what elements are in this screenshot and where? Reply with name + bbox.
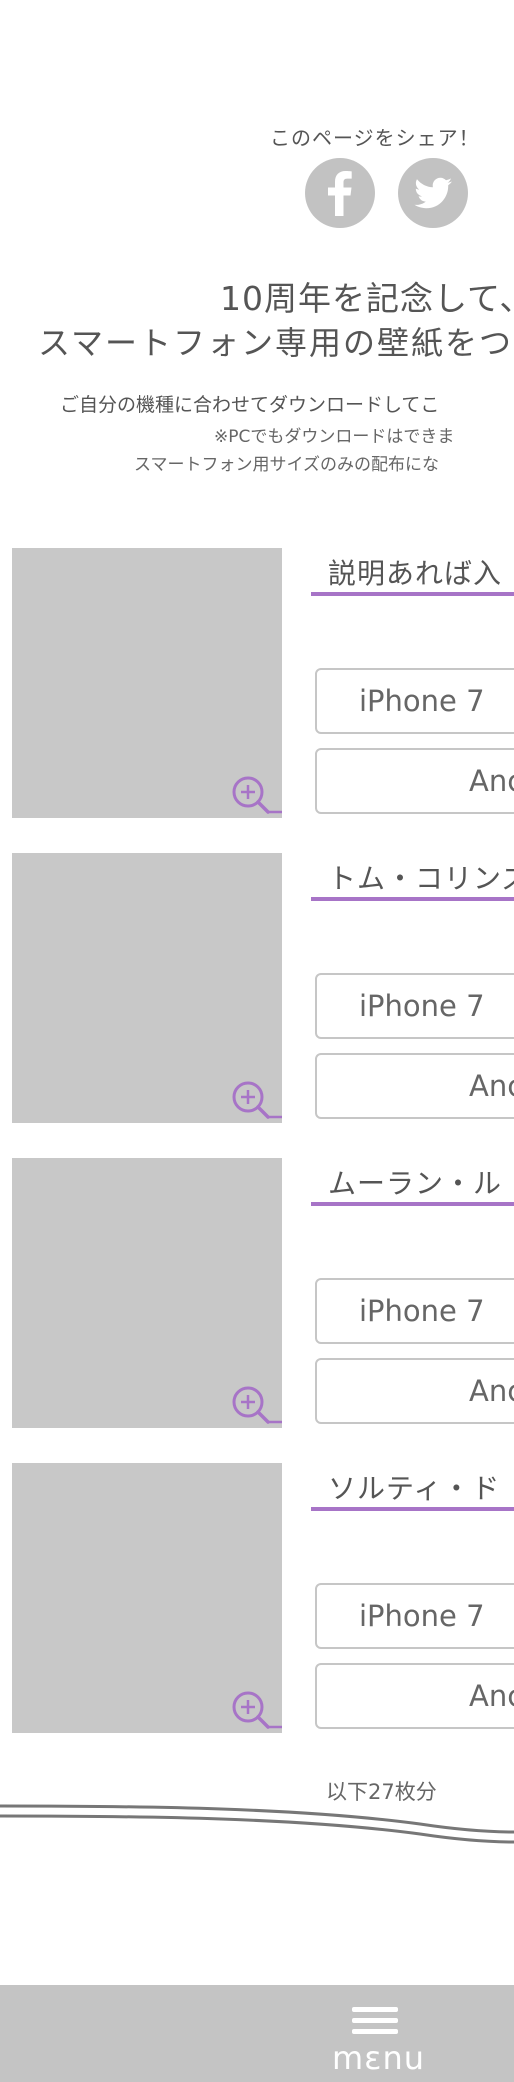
download-iphone-button[interactable]: iPhone 7	[315, 668, 514, 734]
zoom-in-icon[interactable]	[230, 1689, 282, 1733]
lead-text: ご自分の機種に合わせてダウンロードしてこ	[60, 394, 440, 416]
item-title: 説明あれば入	[328, 557, 503, 590]
download-iphone-button[interactable]: iPhone 7	[315, 973, 514, 1039]
note-text-2: スマートフォン用サイズのみの配布にな	[134, 455, 439, 475]
twitter-icon	[414, 177, 452, 209]
wallpaper-item: トム・コリンズ iPhone 7 Anc	[0, 853, 514, 1125]
headline-line-1: 10周年を記念して、	[220, 279, 514, 318]
item-title: ソルティ・ド	[328, 1472, 501, 1505]
wallpaper-thumbnail[interactable]	[12, 1158, 282, 1428]
zoom-in-icon[interactable]	[230, 1384, 282, 1428]
wallpaper-thumbnail[interactable]	[12, 1463, 282, 1733]
download-android-button[interactable]: Anc	[315, 1663, 514, 1729]
facebook-share-button[interactable]	[305, 158, 375, 228]
download-iphone-button[interactable]: iPhone 7	[315, 1583, 514, 1649]
hamburger-menu-icon	[352, 2007, 398, 2037]
title-underline	[311, 592, 514, 596]
title-underline	[311, 1507, 514, 1511]
download-android-button[interactable]: Anc	[315, 1053, 514, 1119]
item-title: ムーラン・ル	[328, 1167, 503, 1200]
download-iphone-button[interactable]: iPhone 7	[315, 1278, 514, 1344]
share-title: このページをシェア！	[270, 126, 480, 150]
headline-line-2: スマートフォン専用の壁紙をつ	[38, 324, 514, 362]
menu-label: mεnu	[332, 2039, 426, 2077]
footer-menu-bar: mεnu	[0, 1985, 514, 2082]
facebook-icon	[328, 171, 352, 216]
zoom-in-icon[interactable]	[230, 1079, 282, 1123]
wallpaper-thumbnail[interactable]	[12, 853, 282, 1123]
download-android-button[interactable]: Anc	[315, 1358, 514, 1424]
download-android-button[interactable]: Anc	[315, 748, 514, 814]
title-underline	[311, 1202, 514, 1206]
wave-divider	[0, 1804, 514, 1844]
wallpaper-item: ソルティ・ド iPhone 7 Anc	[0, 1463, 514, 1735]
zoom-in-icon[interactable]	[230, 774, 282, 818]
menu-button[interactable]: mεnu	[322, 1995, 432, 2077]
page: このページをシェア！ 10周年を記念して、 スマートフォン専用の壁紙をつ ご自分…	[0, 0, 514, 2082]
wallpaper-item: ムーラン・ル iPhone 7 Anc	[0, 1158, 514, 1430]
title-underline	[311, 897, 514, 901]
twitter-share-button[interactable]	[398, 158, 468, 228]
note-text-1: ※PCでもダウンロードはできま	[214, 427, 455, 447]
item-title: トム・コリンズ	[328, 862, 514, 895]
wallpaper-item: 説明あれば入 iPhone 7 Anc	[0, 548, 514, 820]
wallpaper-thumbnail[interactable]	[12, 548, 282, 818]
